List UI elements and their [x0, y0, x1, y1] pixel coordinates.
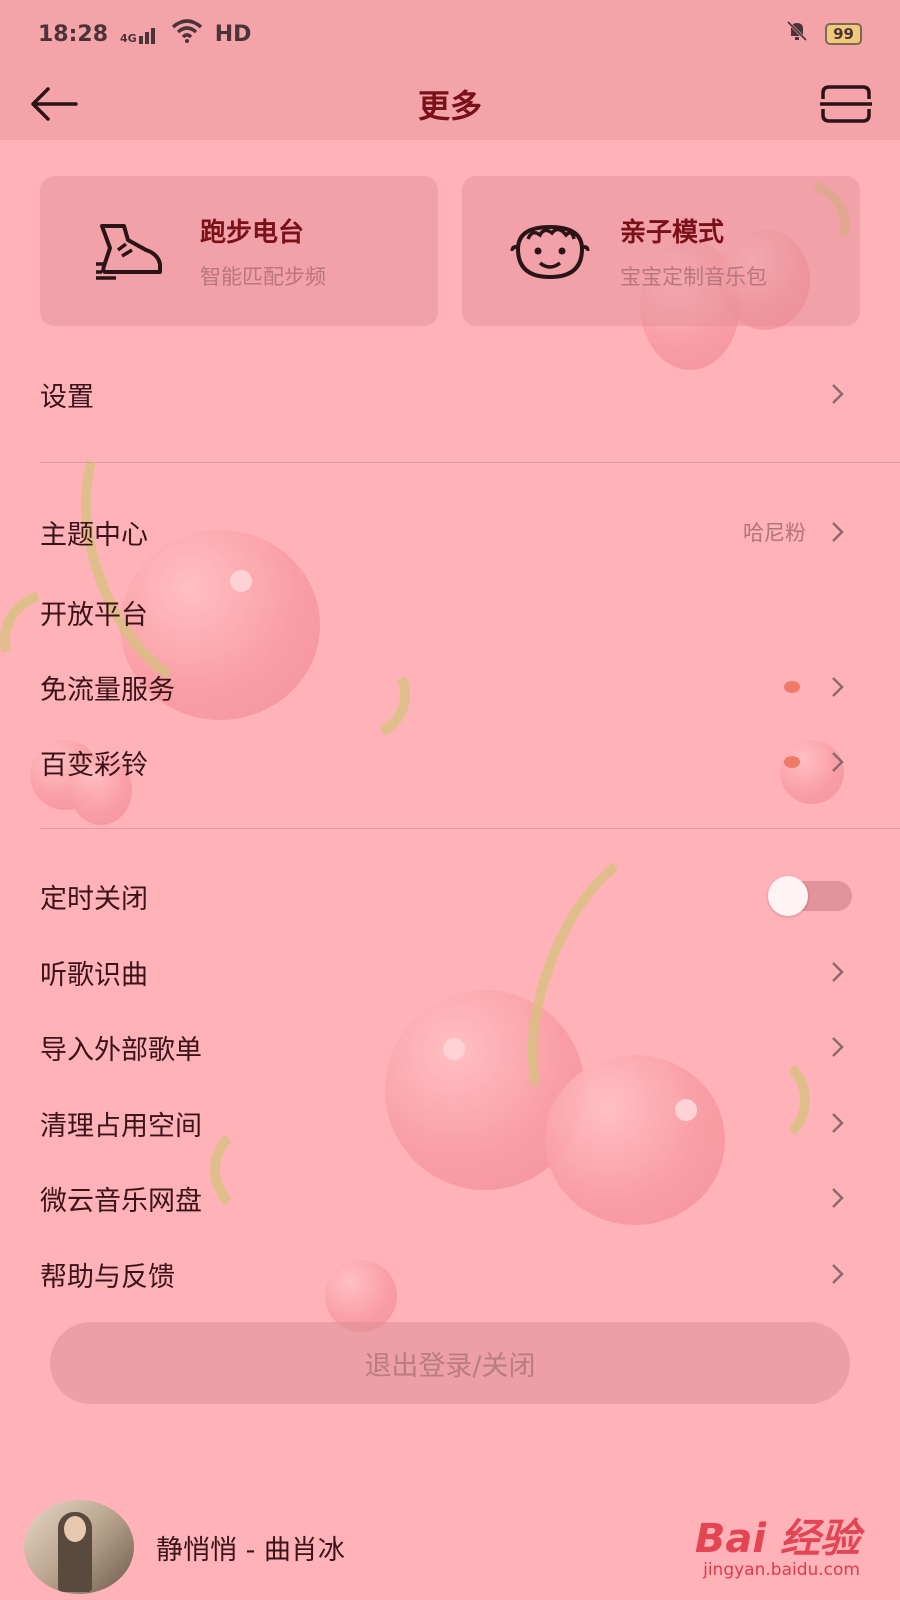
signal-icon: 4G [120, 24, 159, 44]
open-platform-item[interactable]: 开放平台 [40, 580, 850, 644]
chevron-right-icon [826, 675, 850, 699]
theme-value: 哈尼粉 [743, 521, 806, 545]
chevron-right-icon [826, 382, 850, 406]
logout-button[interactable]: 退出登录/关闭 [50, 1322, 850, 1404]
battery-indicator: 99 [825, 23, 862, 45]
free-data-item[interactable]: 免流量服务 [40, 655, 850, 719]
chevron-right-icon [826, 1186, 850, 1210]
chevron-right-icon [826, 520, 850, 544]
mini-player[interactable]: 静悄悄 - 曲肖冰 Bai 经验 jingyan.baidu.com [0, 1494, 900, 1600]
scan-icon [820, 85, 872, 123]
card-subtitle: 宝宝定制音乐包 [620, 264, 767, 289]
clear-space-item[interactable]: 清理占用空间 [40, 1091, 850, 1155]
status-bar: 18:28 4G HD 99 [0, 0, 900, 68]
settings-item[interactable]: 设置 [40, 362, 850, 426]
sleep-timer-toggle[interactable] [768, 876, 852, 916]
clear-space-label: 清理占用空间 [40, 1110, 202, 1142]
card-subtitle: 智能匹配步频 [200, 264, 326, 289]
divider [40, 828, 900, 829]
page-title: 更多 [417, 87, 482, 125]
chevron-right-icon [826, 750, 850, 774]
free-data-label: 免流量服务 [40, 674, 175, 706]
hd-label: HD [214, 21, 252, 47]
watermark: Bai 经验 jingyan.baidu.com [695, 1506, 860, 1580]
watermark-logo: Bai 经验 [694, 1516, 860, 1562]
weiyun-disk-item[interactable]: 微云音乐网盘 [40, 1166, 850, 1230]
running-shoe-icon [90, 211, 170, 291]
divider [40, 462, 900, 463]
network-type: 4G [120, 32, 137, 45]
notification-dot [784, 681, 800, 693]
theme-center-item[interactable]: 主题中心 哈尼粉 [40, 500, 850, 564]
baby-face-icon [510, 211, 590, 291]
back-arrow-icon [31, 87, 78, 121]
wifi-icon [171, 19, 203, 49]
chevron-right-icon [826, 1035, 850, 1059]
running-radio-card[interactable]: 跑步电台 智能匹配步频 [40, 176, 438, 326]
album-cover[interactable] [24, 1500, 134, 1594]
toggle-knob [768, 876, 808, 916]
status-time: 18:28 [38, 21, 109, 47]
sleep-timer-item[interactable]: 定时关闭 [40, 864, 852, 928]
kids-mode-card[interactable]: 亲子模式 宝宝定制音乐包 [462, 176, 860, 326]
theme-center-label: 主题中心 [40, 519, 148, 551]
open-platform-label: 开放平台 [40, 599, 148, 631]
card-title: 亲子模式 [620, 217, 725, 248]
chevron-right-icon [826, 1262, 850, 1286]
song-recognition-item[interactable]: 听歌识曲 [40, 940, 850, 1004]
mute-icon [785, 19, 809, 49]
card-title: 跑步电台 [200, 217, 305, 248]
chevron-right-icon [826, 1111, 850, 1135]
help-feedback-label: 帮助与反馈 [40, 1261, 175, 1293]
sleep-timer-label: 定时关闭 [40, 883, 148, 915]
notification-dot [784, 756, 800, 768]
back-button[interactable] [28, 80, 80, 128]
ringtone-label: 百变彩铃 [40, 749, 148, 781]
help-feedback-item[interactable]: 帮助与反馈 [40, 1242, 850, 1306]
header: 更多 [0, 68, 900, 140]
ringtone-item[interactable]: 百变彩铃 [40, 730, 850, 794]
import-playlist-item[interactable]: 导入外部歌单 [40, 1015, 850, 1079]
song-recognition-label: 听歌识曲 [40, 959, 148, 991]
weiyun-disk-label: 微云音乐网盘 [40, 1185, 202, 1217]
now-playing-title[interactable]: 静悄悄 - 曲肖冰 [156, 1528, 345, 1567]
scan-button[interactable] [818, 80, 874, 128]
chevron-right-icon [826, 960, 850, 984]
settings-label: 设置 [40, 381, 94, 413]
import-playlist-label: 导入外部歌单 [40, 1034, 202, 1066]
